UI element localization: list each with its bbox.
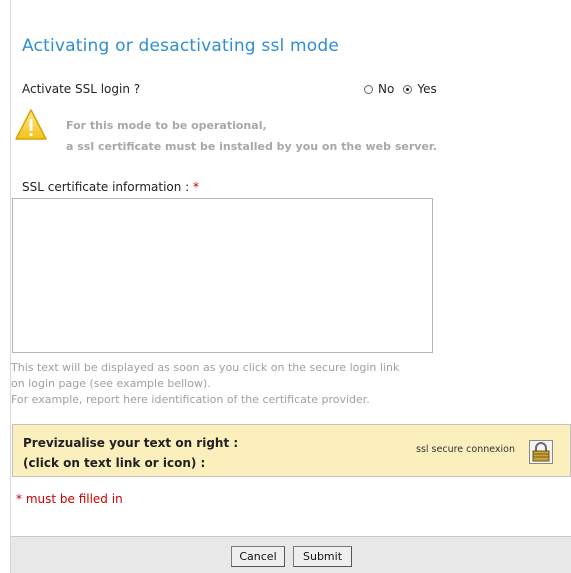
warning-line-1: For this mode to be operational, <box>66 119 267 132</box>
certificate-label-text: SSL certificate information : <box>22 180 190 194</box>
certificate-textarea[interactable] <box>12 198 433 353</box>
radio-yes-label[interactable]: Yes <box>417 82 436 96</box>
page-title: Activating or desactivating ssl mode <box>22 36 340 56</box>
preview-label-line-2: (click on text link or icon) : <box>23 456 206 470</box>
warning-icon <box>15 109 47 140</box>
lock-icon[interactable] <box>529 440 553 464</box>
preview-panel: Previzualise your text on right : (click… <box>12 424 571 477</box>
ssl-secure-connexion-link[interactable]: ssl secure connexion <box>416 444 515 455</box>
certificate-label: SSL certificate information : * <box>22 180 199 194</box>
radio-no[interactable] <box>364 84 373 94</box>
warning-text: For this mode to be operational, a ssl c… <box>66 115 437 157</box>
submit-button[interactable]: Submit <box>293 546 352 567</box>
required-note: * must be filled in <box>16 492 123 506</box>
cancel-button[interactable]: Cancel <box>231 546 285 567</box>
button-bar: Cancel Submit <box>11 536 571 573</box>
radio-yes[interactable] <box>403 84 413 94</box>
radio-no-label[interactable]: No <box>378 82 394 96</box>
certificate-help-text: This text will be displayed as soon as y… <box>11 361 400 406</box>
warning-line-2: a ssl certificate must be installed by y… <box>66 140 437 153</box>
ssl-login-radio-group: No Yes <box>364 82 446 96</box>
ssl-login-label: Activate SSL login ? <box>22 82 141 96</box>
required-asterisk: * <box>193 180 200 194</box>
preview-label: Previzualise your text on right : (click… <box>23 433 238 473</box>
preview-label-line-1: Previzualise your text on right : <box>23 436 239 450</box>
